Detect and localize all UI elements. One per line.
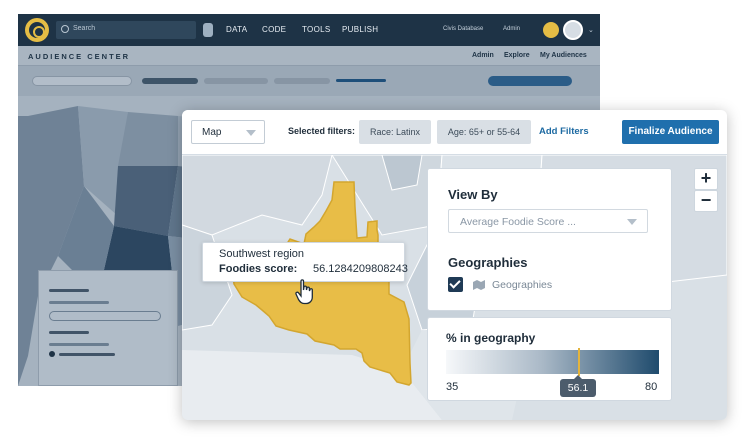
placeholder-line bbox=[59, 353, 115, 356]
link-explore[interactable]: Explore bbox=[504, 52, 530, 59]
filter-chip-age[interactable]: Age: 65+ or 55-64 bbox=[437, 120, 531, 144]
tooltip-score-value: 56.1284209808243 bbox=[313, 263, 408, 275]
legend-current-value: 56.1 bbox=[560, 375, 596, 397]
nav-data[interactable]: DATA bbox=[226, 25, 247, 34]
placeholder-line bbox=[49, 343, 109, 346]
region-tooltip: Southwest region Foodies score: 56.12842… bbox=[202, 242, 408, 282]
geographies-title: Geographies bbox=[448, 255, 528, 270]
radio-icon[interactable] bbox=[49, 351, 55, 357]
filter-chip-race[interactable]: Race: Latinx bbox=[359, 120, 431, 144]
view-by-panel: View By Average Foodie Score ... Geograp… bbox=[427, 168, 672, 311]
search-icon bbox=[61, 25, 69, 33]
selected-filters-label: Selected filters: bbox=[288, 126, 356, 136]
geographies-checkbox[interactable] bbox=[448, 277, 463, 292]
background-tab-bar[interactable] bbox=[336, 79, 386, 82]
zoom-in-button[interactable]: + bbox=[694, 168, 718, 190]
map-layer-icon bbox=[473, 280, 485, 290]
composite-screenshot: Search DATA CODE TOOLS PUBLISH Civis Dat… bbox=[0, 0, 750, 440]
tooltip-region-name: Southwest region bbox=[219, 248, 304, 260]
placeholder-line bbox=[49, 301, 109, 304]
link-my-audiences[interactable]: My Audiences bbox=[540, 52, 587, 59]
zoom-out-button[interactable]: − bbox=[694, 190, 718, 212]
database-icon[interactable] bbox=[203, 23, 213, 37]
view-mode-select[interactable]: Map bbox=[191, 120, 265, 144]
chevron-down-icon[interactable]: ⌄ bbox=[588, 26, 594, 34]
nav-publish[interactable]: PUBLISH bbox=[342, 25, 378, 34]
background-tab-bar[interactable] bbox=[204, 78, 268, 84]
dropdown-arrow-icon bbox=[627, 219, 637, 225]
background-action-button[interactable] bbox=[488, 76, 572, 86]
finalize-audience-button[interactable]: Finalize Audience bbox=[622, 120, 719, 144]
placeholder-line bbox=[49, 331, 89, 334]
view-by-value: Average Foodie Score ... bbox=[460, 216, 576, 228]
view-by-select[interactable]: Average Foodie Score ... bbox=[448, 209, 648, 233]
section-title: AUDIENCE CENTER bbox=[28, 52, 131, 61]
background-side-panel bbox=[38, 270, 178, 386]
background-tab-bar[interactable] bbox=[142, 78, 198, 84]
legend-current-marker bbox=[578, 348, 580, 376]
view-mode-value: Map bbox=[202, 127, 222, 138]
legend-min: 35 bbox=[446, 381, 459, 393]
filter-toolbar: Map Selected filters: Race: Latinx Age: … bbox=[182, 110, 727, 155]
legend-gradient bbox=[446, 350, 659, 374]
database-dropdown[interactable]: Civis Database bbox=[443, 26, 483, 32]
link-admin[interactable]: Admin bbox=[472, 52, 494, 59]
nav-tools[interactable]: TOOLS bbox=[302, 25, 330, 34]
hand-cursor-icon bbox=[295, 279, 313, 305]
legend-title: % in geography bbox=[446, 331, 536, 345]
section-header: AUDIENCE CENTER Admin Explore My Audienc… bbox=[18, 46, 600, 66]
top-nav-bar: Search DATA CODE TOOLS PUBLISH Civis Dat… bbox=[18, 14, 600, 46]
add-filters-link[interactable]: Add Filters bbox=[539, 126, 589, 137]
notification-icon[interactable] bbox=[543, 22, 559, 38]
background-dropdown[interactable] bbox=[32, 76, 132, 86]
view-by-title: View By bbox=[448, 187, 498, 202]
tooltip-score-label: Foodies score: bbox=[219, 263, 298, 275]
legend-panel: % in geography 35 56.1 80 bbox=[427, 317, 672, 401]
search-placeholder: Search bbox=[73, 25, 96, 32]
legend-max: 80 bbox=[645, 381, 658, 393]
user-avatar[interactable] bbox=[563, 20, 583, 40]
admin-dropdown[interactable]: Admin bbox=[503, 26, 520, 32]
geographies-checkbox-label[interactable]: Geographies bbox=[492, 279, 552, 291]
app-logo-icon[interactable] bbox=[25, 18, 49, 42]
search-input[interactable]: Search bbox=[56, 21, 196, 39]
placeholder-line bbox=[49, 289, 89, 292]
background-tab-bar[interactable] bbox=[274, 78, 330, 84]
audience-map-card: Map Selected filters: Race: Latinx Age: … bbox=[182, 110, 727, 420]
dropdown-arrow-icon bbox=[246, 130, 256, 136]
background-select[interactable] bbox=[49, 311, 161, 321]
nav-code[interactable]: CODE bbox=[262, 25, 286, 34]
